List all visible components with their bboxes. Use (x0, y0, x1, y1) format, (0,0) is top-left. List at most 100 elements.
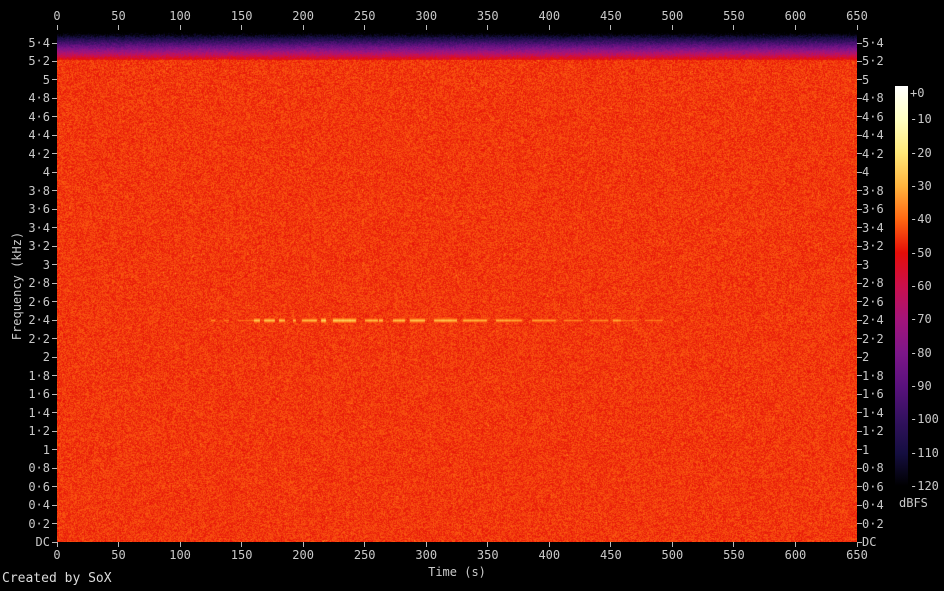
freq-tick-left (52, 153, 57, 154)
time-tick-top (610, 25, 611, 30)
time-tick-top (57, 25, 58, 30)
freq-tick-label-left: 1 (0, 443, 50, 457)
freq-tick-left (52, 486, 57, 487)
freq-tick-label-right: 0·2 (862, 517, 884, 531)
freq-tick-label-left: 2·2 (0, 332, 50, 346)
time-tick-label-bottom: 250 (354, 548, 376, 562)
time-tick-label-top: 200 (292, 9, 314, 23)
freq-tick-label-left: 4 (0, 165, 50, 179)
time-tick-label-top: 550 (723, 9, 745, 23)
time-tick-bottom (857, 542, 858, 547)
time-tick-label-top: 50 (111, 9, 125, 23)
freq-tick-label-left: 3 (0, 258, 50, 272)
freq-tick-label-left: 1·4 (0, 406, 50, 420)
freq-tick-left (52, 246, 57, 247)
freq-tick-left (52, 209, 57, 210)
freq-tick-label-right: 4·6 (862, 110, 884, 124)
freq-tick-left (52, 394, 57, 395)
colorbar-tick-label: +0 (910, 86, 924, 100)
time-tick-label-top: 150 (231, 9, 253, 23)
time-tick-bottom (733, 542, 734, 547)
spectrogram-figure: 0 0 50 50 100 100 150 150 200 200 250 250 300 300 350 3… (0, 0, 944, 591)
colorbar-tick-label: -50 (910, 246, 932, 260)
time-tick-bottom (610, 542, 611, 547)
time-tick-top (303, 25, 304, 30)
freq-tick-label-right: 3·8 (862, 184, 884, 198)
freq-tick-label-left: 3·4 (0, 221, 50, 235)
freq-tick-left (52, 468, 57, 469)
time-tick-top (549, 25, 550, 30)
freq-tick-label-left: 0·8 (0, 461, 50, 475)
freq-tick-label-left: 0·4 (0, 498, 50, 512)
freq-tick-label-right: 0·4 (862, 498, 884, 512)
freq-tick-label-left: 3·6 (0, 202, 50, 216)
freq-tick-left (52, 190, 57, 191)
freq-tick-label-right: 1·6 (862, 387, 884, 401)
time-tick-label-top: 400 (538, 9, 560, 23)
freq-tick-left (52, 172, 57, 173)
freq-tick-left (52, 79, 57, 80)
time-tick-label-bottom: 400 (538, 548, 560, 562)
freq-tick-label-right: DC (862, 535, 876, 549)
freq-tick-label-right: 1 (862, 443, 869, 457)
freq-tick-label-right: 4·4 (862, 128, 884, 142)
time-tick-top (364, 25, 365, 30)
time-tick-bottom (241, 542, 242, 547)
time-tick-label-bottom: 200 (292, 548, 314, 562)
freq-tick-label-left: 0·2 (0, 517, 50, 531)
freq-tick-label-right: 4·2 (862, 147, 884, 161)
freq-tick-label-right: 2·4 (862, 313, 884, 327)
freq-tick-left (52, 61, 57, 62)
time-tick-label-top: 250 (354, 9, 376, 23)
time-tick-label-top: 450 (600, 9, 622, 23)
colorbar-tick-label: -120 (910, 479, 939, 493)
time-tick-label-top: 650 (846, 9, 868, 23)
freq-tick-left (52, 523, 57, 524)
time-tick-bottom (118, 542, 119, 547)
freq-tick-label-left: 2·8 (0, 276, 50, 290)
freq-tick-label-right: 4 (862, 165, 869, 179)
freq-tick-left (52, 375, 57, 376)
freq-tick-label-right: 2·6 (862, 295, 884, 309)
time-tick-bottom (180, 542, 181, 547)
freq-tick-left (52, 320, 57, 321)
time-tick-bottom (672, 542, 673, 547)
time-tick-label-bottom: 650 (846, 548, 868, 562)
time-tick-bottom (795, 542, 796, 547)
freq-tick-left (52, 283, 57, 284)
time-tick-label-top: 500 (662, 9, 684, 23)
time-tick-top (672, 25, 673, 30)
time-tick-top (795, 25, 796, 30)
time-tick-top (857, 25, 858, 30)
time-tick-label-bottom: 50 (111, 548, 125, 562)
time-tick-bottom (426, 542, 427, 547)
freq-tick-left (52, 264, 57, 265)
time-tick-label-bottom: 450 (600, 548, 622, 562)
time-tick-label-bottom: 100 (169, 548, 191, 562)
time-tick-label-bottom: 0 (53, 548, 60, 562)
freq-tick-label-left: 4·2 (0, 147, 50, 161)
freq-tick-left (52, 431, 57, 432)
colorbar-tick-label: -10 (910, 112, 932, 126)
freq-tick-left (52, 505, 57, 506)
colorbar-tick-label: -80 (910, 346, 932, 360)
freq-tick-label-left: 5·4 (0, 36, 50, 50)
freq-tick-left (52, 43, 57, 44)
freq-tick-label-right: 1·4 (862, 406, 884, 420)
freq-tick-left (52, 412, 57, 413)
freq-tick-left (52, 135, 57, 136)
freq-tick-label-right: 5·2 (862, 54, 884, 68)
freq-tick-left (52, 542, 57, 543)
time-tick-label-bottom: 600 (785, 548, 807, 562)
freq-tick-label-left: 2 (0, 350, 50, 364)
freq-tick-label-right: 2 (862, 350, 869, 364)
time-tick-top (733, 25, 734, 30)
freq-tick-label-left: 5·2 (0, 54, 50, 68)
freq-tick-label-right: 1·2 (862, 424, 884, 438)
freq-tick-label-right: 3 (862, 258, 869, 272)
freq-tick-label-right: 5·4 (862, 36, 884, 50)
time-tick-label-bottom: 150 (231, 548, 253, 562)
time-tick-label-top: 350 (477, 9, 499, 23)
freq-tick-label-left: 1·6 (0, 387, 50, 401)
freq-tick-label-left: 2·6 (0, 295, 50, 309)
